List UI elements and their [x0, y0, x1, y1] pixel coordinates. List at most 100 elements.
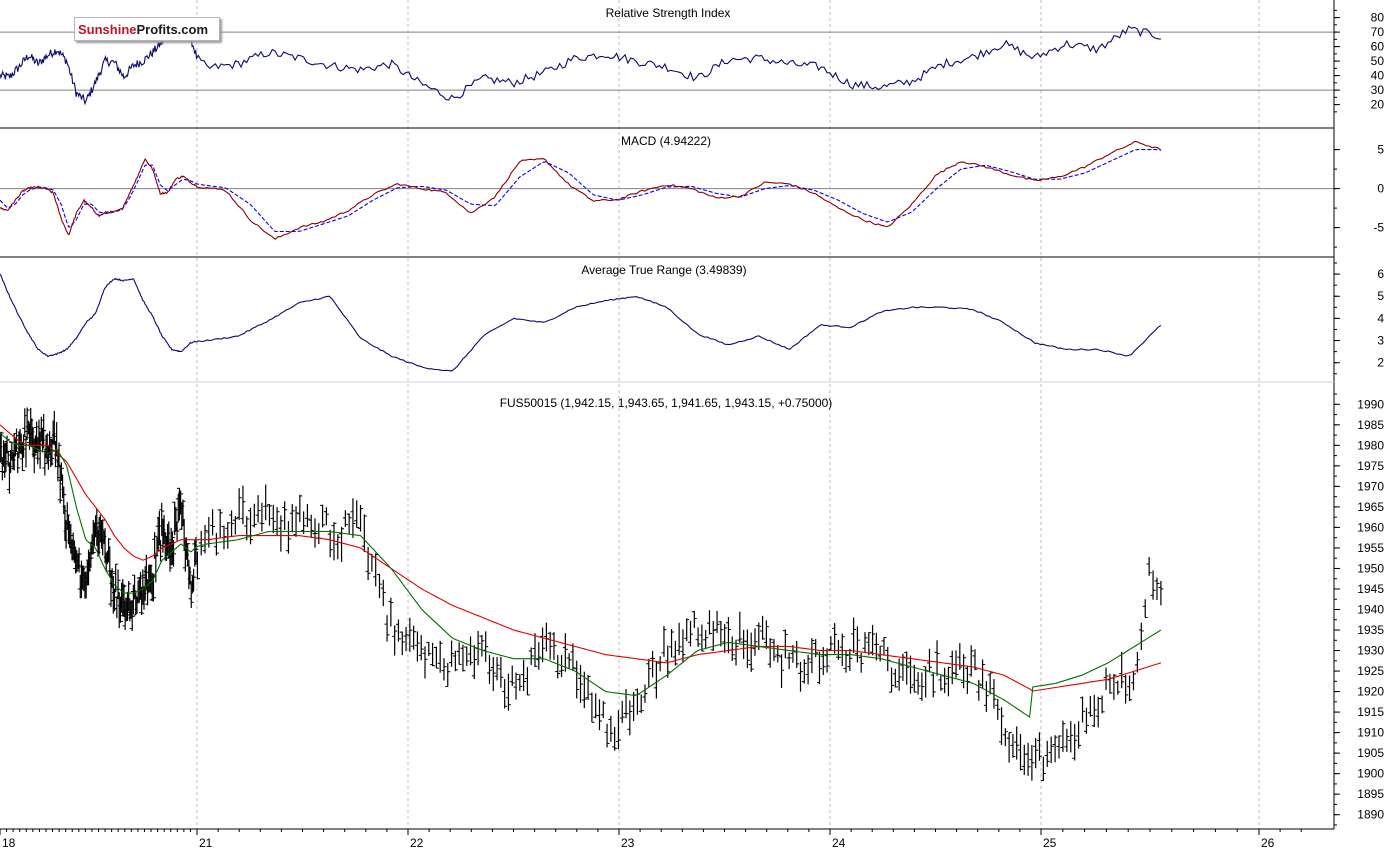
price-bar — [278, 515, 284, 552]
price-bar — [240, 485, 246, 525]
price-bar — [843, 650, 849, 673]
price-bar — [619, 700, 625, 724]
price-bar — [1142, 599, 1148, 619]
price-bar — [399, 631, 405, 656]
price-bar — [1158, 581, 1164, 606]
x-tick-label-21: 21 — [199, 836, 213, 850]
price-bar — [464, 646, 470, 666]
logo[interactable]: SunshineProfits.com — [74, 17, 220, 41]
y-tick-label-rsi-50: 50 — [1371, 54, 1385, 68]
y-tick-label-price-1945: 1945 — [1357, 582, 1384, 596]
panel-title-macd: MACD (4.94222) — [621, 134, 711, 148]
price-bar — [839, 633, 845, 666]
price-bar — [718, 620, 724, 647]
price-bar — [748, 632, 754, 672]
price-bar — [623, 689, 629, 719]
price-bar — [657, 656, 663, 672]
y-tick-label-price-1895: 1895 — [1357, 787, 1384, 801]
y-tick-label-atr-2: 2 — [1377, 356, 1384, 370]
y-tick-label-price-1980: 1980 — [1357, 438, 1384, 452]
price-bar — [794, 640, 800, 668]
price-bar — [570, 643, 576, 672]
y-tick-label-rsi-60: 60 — [1371, 40, 1385, 54]
price-bar — [1130, 670, 1136, 691]
price-bar — [263, 484, 269, 521]
price-bar — [555, 655, 561, 679]
price-bar — [915, 671, 921, 695]
y-tick-label-rsi-40: 40 — [1371, 69, 1385, 83]
price-bar — [604, 723, 610, 748]
price-bar — [1154, 577, 1160, 600]
price-bar — [486, 655, 492, 685]
y-tick-label-macd--5: -5 — [1373, 221, 1384, 235]
price-bar — [22, 408, 28, 438]
price-bar — [282, 501, 288, 531]
price-bar — [346, 513, 352, 534]
price-bar — [1002, 728, 1008, 747]
price-bar — [589, 692, 595, 723]
price-bar — [460, 644, 466, 672]
price-bar — [236, 488, 242, 521]
price-bar — [1091, 694, 1097, 728]
macd-line — [0, 140, 1162, 241]
price-bar — [642, 684, 648, 703]
price-bar — [490, 656, 496, 691]
price-bar — [995, 698, 1001, 720]
price-bar — [407, 617, 413, 652]
price-bar — [706, 610, 712, 635]
price-bar — [441, 658, 447, 681]
price-bar — [650, 650, 656, 678]
y-tick-label-price-1935: 1935 — [1357, 623, 1384, 637]
price-bar — [422, 646, 428, 679]
price-bar — [608, 715, 614, 742]
y-tick-label-price-1910: 1910 — [1357, 726, 1384, 740]
y-tick-label-atr-6: 6 — [1377, 267, 1384, 281]
price-bar — [301, 511, 307, 535]
price-bar — [908, 655, 914, 694]
price-bar — [23, 436, 29, 468]
price-bar — [114, 596, 120, 619]
price-bar — [870, 624, 876, 656]
price-bar — [1115, 680, 1121, 695]
price-bar — [930, 673, 936, 698]
price-bar — [786, 652, 792, 670]
price-bar — [1052, 735, 1058, 763]
price-bar — [983, 681, 989, 712]
price-bar — [688, 620, 694, 647]
y-tick-label-price-1955: 1955 — [1357, 541, 1384, 555]
price-bar — [327, 529, 333, 558]
frame-layer — [0, 0, 1340, 835]
price-bar — [1087, 695, 1093, 717]
price-bar — [532, 633, 538, 667]
price-bar — [798, 661, 804, 692]
price-bar — [968, 645, 974, 677]
y-tick-label-atr-4: 4 — [1377, 311, 1384, 325]
y-tick-label-price-1890: 1890 — [1357, 808, 1384, 822]
price-bar — [505, 673, 511, 711]
price-bar — [703, 629, 709, 650]
price-bar — [889, 667, 895, 693]
price-bar — [578, 664, 584, 703]
y-tick-label-rsi-30: 30 — [1371, 83, 1385, 97]
price-bar — [574, 660, 580, 699]
y-tick-label-price-1930: 1930 — [1357, 644, 1384, 658]
x-tick-label-25: 25 — [1043, 836, 1057, 850]
price-bar — [722, 624, 728, 653]
price-bar — [885, 646, 891, 672]
price-bar — [627, 700, 633, 736]
price-bar — [312, 518, 318, 548]
price-bar — [1119, 651, 1125, 689]
price-bar — [217, 509, 223, 538]
y-tick-label-price-1985: 1985 — [1357, 418, 1384, 432]
price-bar — [699, 624, 705, 652]
price-bar — [498, 656, 504, 688]
ma-long-line — [0, 424, 1162, 692]
price-bar — [232, 516, 238, 535]
price-bar — [528, 647, 534, 665]
price-bar — [1150, 570, 1156, 600]
price-bar — [1014, 726, 1020, 760]
price-bar — [566, 653, 572, 669]
price-bar — [430, 642, 436, 667]
y-tick-label-price-1915: 1915 — [1357, 705, 1384, 719]
price-bar — [669, 629, 675, 658]
